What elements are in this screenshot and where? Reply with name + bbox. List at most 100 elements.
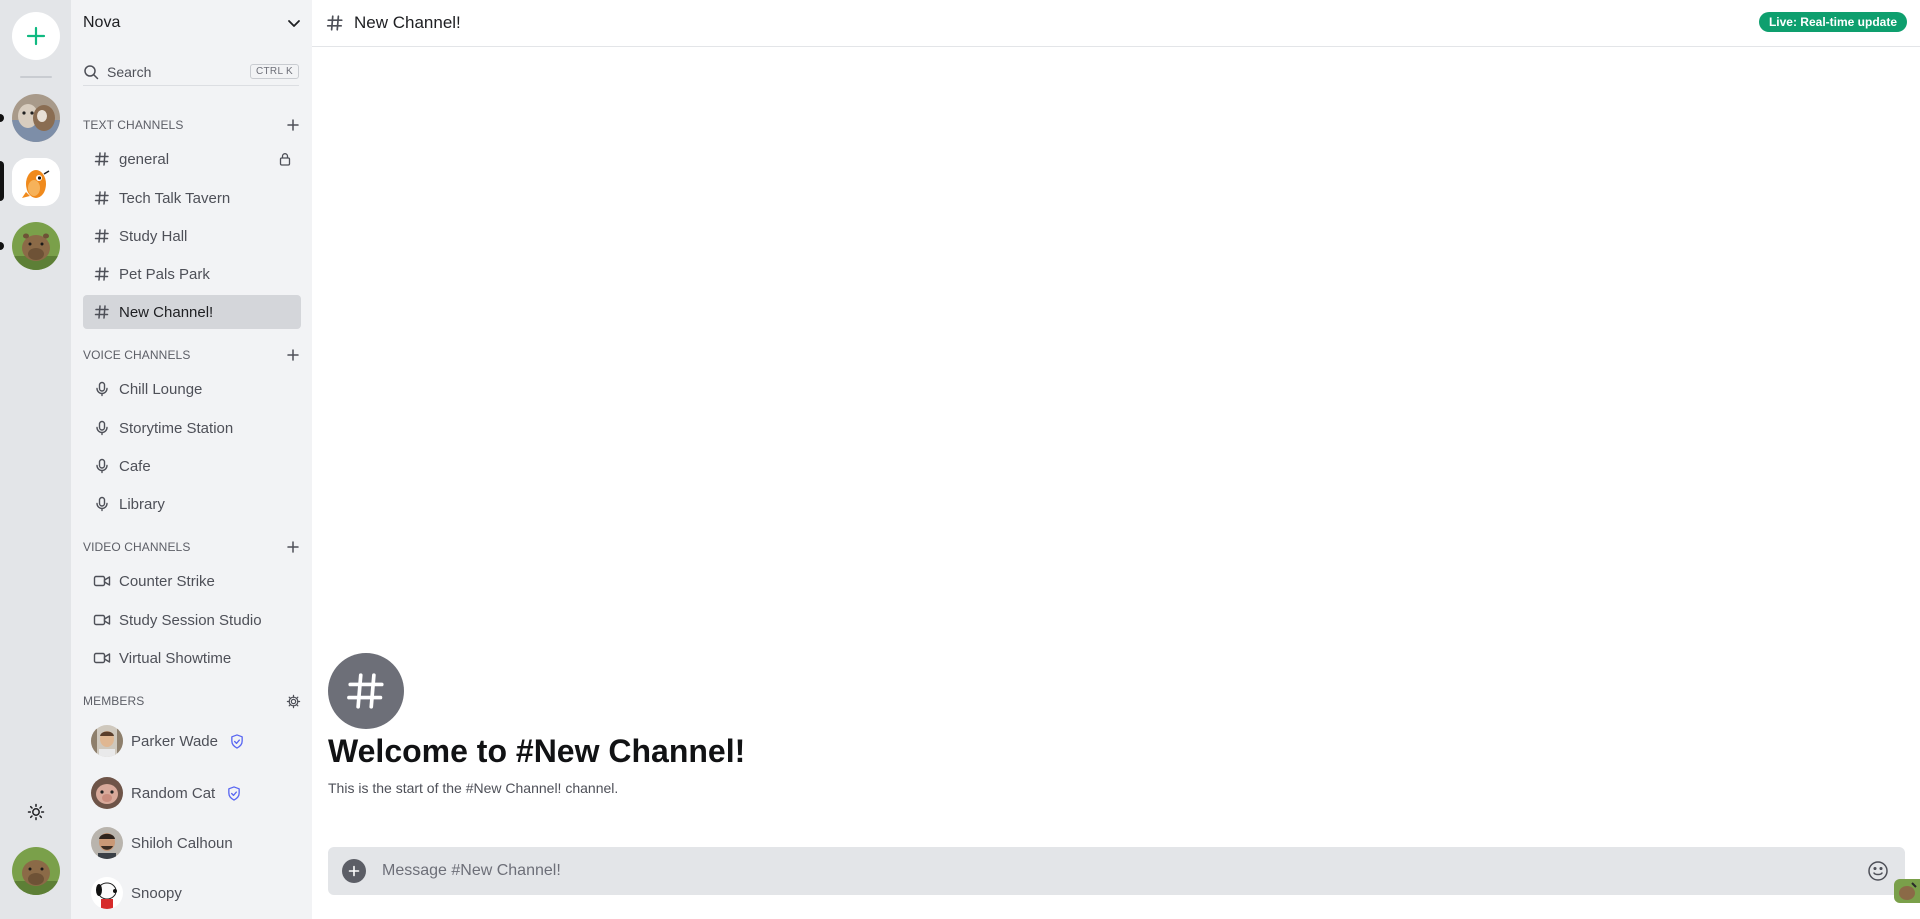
- add-voice-channel-button[interactable]: [285, 347, 301, 363]
- channel-label: Study Hall: [119, 227, 188, 245]
- video-camera-icon: [93, 611, 111, 629]
- microphone-icon: [93, 457, 111, 475]
- channel-item-pet-pals-park[interactable]: Pet Pals Park: [83, 257, 301, 291]
- member-item-parker-wade[interactable]: Parker Wade: [83, 721, 301, 761]
- video-camera-icon: [93, 572, 111, 590]
- channel-item-counter-strike[interactable]: Counter Strike: [83, 564, 301, 598]
- chevron-down-icon: [288, 20, 300, 27]
- hash-icon: [93, 265, 111, 283]
- member-name: Snoopy: [131, 884, 182, 902]
- hash-icon: [326, 15, 343, 31]
- channel-label: New Channel!: [119, 303, 214, 321]
- member-item-snoopy[interactable]: Snoopy: [83, 873, 301, 913]
- video-camera-icon: [93, 649, 111, 667]
- channel-sidebar: Nova Search CTRL K TEXT CHANNELS general…: [71, 0, 312, 919]
- server-unread-indicator: [0, 114, 4, 122]
- hash-icon: [93, 227, 111, 245]
- member-name: Shiloh Calhoun: [131, 834, 233, 852]
- live-status-badge: Live: Real-time update: [1758, 12, 1907, 32]
- channel-item-storytime-station[interactable]: Storytime Station: [83, 411, 301, 445]
- server-active-indicator: [0, 161, 4, 201]
- channel-item-study-hall[interactable]: Study Hall: [83, 219, 301, 253]
- hash-icon: [93, 189, 111, 207]
- channel-label: Chill Lounge: [119, 380, 203, 398]
- add-video-channel-button[interactable]: [285, 539, 301, 555]
- channel-label: Cafe: [119, 457, 151, 475]
- channel-item-chill-lounge[interactable]: Chill Lounge: [83, 372, 301, 406]
- section-title: TEXT CHANNELS: [83, 118, 184, 132]
- search-icon: [84, 64, 99, 79]
- member-item-random-cat[interactable]: Random Cat: [83, 773, 301, 813]
- members-settings-button[interactable]: [285, 693, 301, 709]
- member-avatar: [91, 877, 123, 909]
- text-channels-header: TEXT CHANNELS: [83, 116, 301, 134]
- server-name: Nova: [83, 14, 121, 31]
- channel-label: Virtual Showtime: [119, 649, 232, 667]
- channel-label: Storytime Station: [119, 419, 234, 437]
- plus-icon: [26, 26, 46, 46]
- channel-hash-icon: [328, 653, 404, 729]
- server-avatar-nova[interactable]: [12, 158, 60, 206]
- section-title: MEMBERS: [83, 694, 145, 708]
- channel-item-library[interactable]: Library: [83, 487, 301, 521]
- channel-item-cafe[interactable]: Cafe: [83, 449, 301, 483]
- sun-icon: [27, 803, 45, 821]
- attach-button[interactable]: [342, 859, 366, 883]
- channel-label: Counter Strike: [119, 572, 215, 590]
- search-button[interactable]: Search CTRL K: [83, 60, 299, 86]
- message-input[interactable]: [382, 851, 1865, 891]
- theme-toggle-button[interactable]: [23, 799, 49, 825]
- channel-item-study-session-studio[interactable]: Study Session Studio: [83, 603, 301, 637]
- channel-item-virtual-showtime[interactable]: Virtual Showtime: [83, 641, 301, 675]
- plus-icon: [287, 349, 299, 361]
- plus-icon: [348, 865, 360, 877]
- microphone-icon: [93, 419, 111, 437]
- smiley-icon: [1868, 861, 1888, 881]
- section-title: VOICE CHANNELS: [83, 348, 191, 362]
- chat-panel: New Channel! Live: Real-time update Welc…: [312, 0, 1920, 919]
- lock-icon: [277, 151, 293, 167]
- shield-check-icon: [230, 733, 246, 749]
- channel-label: Library: [119, 495, 165, 513]
- user-avatar[interactable]: [12, 847, 60, 895]
- channel-item-general[interactable]: general: [83, 142, 301, 176]
- server-rail: [0, 0, 71, 919]
- section-title: VIDEO CHANNELS: [83, 540, 191, 554]
- rail-separator: [20, 76, 52, 78]
- server-avatar-cats[interactable]: [12, 94, 60, 142]
- channel-label: general: [119, 150, 170, 168]
- emoji-button[interactable]: [1865, 858, 1891, 884]
- member-name: Random Cat: [131, 784, 216, 802]
- member-item-shiloh-calhoun[interactable]: Shiloh Calhoun: [83, 823, 301, 863]
- channel-label: Pet Pals Park: [119, 265, 210, 283]
- add-server-button[interactable]: [12, 12, 60, 60]
- channel-item-tech-talk-tavern[interactable]: Tech Talk Tavern: [83, 181, 301, 215]
- channel-item-new-channel[interactable]: New Channel!: [83, 295, 301, 329]
- channel-title: New Channel!: [354, 13, 461, 32]
- corner-avatar-thumbnail: [1894, 879, 1920, 903]
- welcome-subtitle: This is the start of the #New Channel! c…: [328, 780, 619, 796]
- add-text-channel-button[interactable]: [285, 117, 301, 133]
- message-composer: [328, 847, 1905, 895]
- hash-icon: [93, 150, 111, 168]
- video-channels-header: VIDEO CHANNELS: [83, 538, 301, 556]
- member-name: Parker Wade: [131, 732, 218, 750]
- search-label: Search: [107, 63, 152, 80]
- members-header: MEMBERS: [83, 692, 301, 710]
- server-header[interactable]: Nova: [83, 8, 302, 38]
- member-avatar: [91, 827, 123, 859]
- channel-label: Tech Talk Tavern: [119, 189, 231, 207]
- server-avatar-capybara[interactable]: [12, 222, 60, 270]
- plus-icon: [287, 119, 299, 131]
- microphone-icon: [93, 495, 111, 513]
- voice-channels-header: VOICE CHANNELS: [83, 346, 301, 364]
- channel-label: Study Session Studio: [119, 611, 262, 629]
- search-shortcut: CTRL K: [250, 64, 299, 79]
- hash-icon: [93, 303, 111, 321]
- welcome-title: Welcome to #New Channel!: [328, 733, 746, 769]
- microphone-icon: [93, 380, 111, 398]
- gear-icon: [286, 694, 300, 708]
- member-avatar: [91, 725, 123, 757]
- shield-check-icon: [227, 785, 243, 801]
- member-avatar: [91, 777, 123, 809]
